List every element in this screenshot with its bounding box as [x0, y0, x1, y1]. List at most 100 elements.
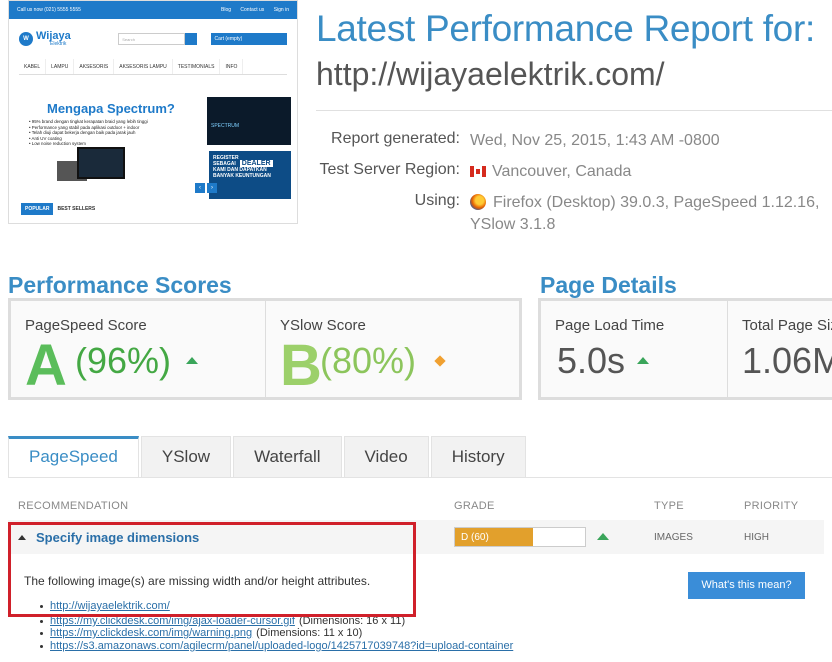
tab-history[interactable]: History: [430, 436, 526, 478]
yslow-grade: B: [280, 333, 322, 398]
thumb-nav-item: TESTIMONIALS: [173, 59, 221, 74]
thumb-next-icon: ›: [207, 183, 217, 193]
thumb-nav: KABEL LAMPU AKSESORIS AKSESORIS LAMPU TE…: [19, 59, 287, 75]
thumb-tab: BEST SELLERS: [57, 206, 96, 212]
thumb-logo-row: W Wijaya Elektrik Search Cart (empty): [9, 19, 297, 59]
pagespeed-percent: (96%): [75, 340, 172, 381]
arrow-up-icon: [637, 357, 649, 364]
image-url-link[interactable]: https://my.clickdesk.com/img/ajax-loader…: [50, 615, 295, 627]
thumb-slider-arrows: ‹ ›: [195, 183, 217, 193]
image-url-link[interactable]: https://my.clickdesk.com/img/warning.png: [50, 627, 252, 639]
page-details-panel: Page Load Time 5.0s Total Page Size 1.06…: [538, 298, 832, 400]
image-dimensions: (Dimensions: 16 x 11): [298, 615, 406, 627]
page-details-title: Page Details: [540, 272, 677, 298]
performance-scores-panel: PageSpeed Score A (96%) YSlow Score B (8…: [8, 298, 522, 400]
test-region-row: Test Server Region: Vancouver, Canada: [316, 161, 832, 183]
yslow-percent: (80%): [320, 340, 417, 381]
thumb-nav-item: LAMPU: [46, 59, 75, 74]
bullet-icon: [40, 604, 43, 608]
test-region-value-wrap: Vancouver, Canada: [470, 161, 631, 183]
whats-this-mean-button[interactable]: What's this mean?: [688, 572, 805, 599]
thumb-nav-item: AKSESORIS: [74, 59, 115, 74]
thumb-dealer-sub: KAMI DAN DAPATKAN BANYAK KEUNTUNGAN: [213, 167, 271, 179]
thumb-banner-list: • 95% brand dengan tingkat kerapatan bra…: [29, 119, 148, 147]
thumb-nav-item: AKSESORIS LAMPU: [114, 59, 173, 74]
diamond-icon: [434, 355, 446, 367]
thumb-logo-badge: W: [19, 32, 33, 46]
test-region-label: Test Server Region:: [319, 161, 460, 178]
thumb-dealer-banner: REGISTER SEBAGAI DEALER KAMI DAN DAPATKAN…: [209, 151, 291, 199]
thumb-product-banner: SPECTRUM: [207, 97, 291, 145]
header-divider: [316, 110, 832, 111]
firefox-icon: [470, 194, 486, 210]
tab-waterfall[interactable]: Waterfall: [233, 436, 342, 478]
using-value-wrap: Firefox (Desktop) 39.0.3, PageSpeed 1.12…: [470, 192, 819, 236]
image-list-item: https://s3.amazonaws.com/agilecrm/panel/…: [40, 640, 513, 652]
page-load-cell: Page Load Time 5.0s: [541, 301, 727, 397]
page-load-label: Page Load Time: [555, 317, 665, 334]
page-load-value: 5.0s: [557, 340, 626, 381]
report-url: http://wijayaelektrik.com/: [316, 56, 665, 92]
thumb-logo-text: Wijaya Elektrik: [36, 31, 71, 47]
report-generated-value: Wed, Nov 25, 2015, 1:43 AM -0800: [470, 132, 720, 149]
thumb-nav-item: KABEL: [19, 59, 47, 74]
thumb-logo: W Wijaya Elektrik: [19, 31, 102, 47]
tab-pagespeed[interactable]: PageSpeed: [8, 436, 139, 478]
using-value-line1: Firefox (Desktop) 39.0.3, PageSpeed 1.12…: [493, 194, 820, 211]
thumb-topbar-link: Sign in: [273, 7, 289, 13]
thumb-search-icon: [185, 33, 197, 45]
thumb-tab: POPULAR: [21, 203, 54, 215]
recommendation-description: The following image(s) are missing width…: [24, 574, 371, 588]
recommendation-title[interactable]: Specify image dimensions: [18, 530, 199, 545]
thumb-tv-image: [77, 147, 125, 179]
thumb-banner-point: • Low noise reduction system: [29, 141, 86, 146]
report-tabs: PageSpeed YSlow Waterfall Video History: [8, 436, 528, 478]
image-dimensions: (Dimensions: 11 x 10): [256, 627, 363, 639]
thumb-search-input: Search: [118, 33, 186, 45]
pagespeed-score-cell: PageSpeed Score A (96%): [11, 301, 265, 397]
column-header-priority: PRIORITY: [744, 500, 799, 512]
thumb-topbar-link: Contact us: [240, 7, 265, 13]
using-value-line2: YSlow 3.1.8: [470, 216, 556, 233]
column-header-recommendation: RECOMMENDATION: [18, 500, 129, 512]
performance-scores-title: Performance Scores: [8, 272, 232, 298]
report-title: Latest Performance Report for:: [316, 8, 815, 49]
grade-bar: D (60): [454, 527, 586, 547]
yslow-score-cell: YSlow Score B (80%): [266, 301, 519, 398]
site-screenshot-thumbnail: Call us now (021) 5555 5555 Blog Contact…: [8, 0, 298, 224]
grade-bar-text: D (60): [461, 532, 489, 543]
using-label: Using:: [414, 192, 460, 209]
test-region-value: Vancouver, Canada: [492, 163, 632, 180]
thumb-topbar: Call us now (021) 5555 5555 Blog Contact…: [9, 1, 297, 19]
thumb-topbar-link: Blog: [221, 7, 232, 13]
thumb-topbar-contact: Call us now (021) 5555 5555: [17, 7, 81, 13]
pagespeed-score-label: PageSpeed Score: [25, 317, 147, 334]
report-generated-row: Report generated: Wed, Nov 25, 2015, 1:4…: [316, 130, 832, 152]
tab-yslow[interactable]: YSlow: [140, 436, 232, 478]
thumb-banner-heading: Mengapa Spectrum?: [47, 101, 175, 116]
tab-video[interactable]: Video: [343, 436, 429, 478]
thumb-cart: Cart (empty): [210, 33, 287, 45]
bullet-icon: [40, 631, 43, 635]
recommendation-type: IMAGES: [654, 532, 693, 543]
thumb-tabs: POPULAR BEST SELLERS: [21, 203, 99, 215]
thumb-dealer-badge: DEALER: [239, 160, 273, 167]
image-url-link[interactable]: http://wijayaelektrik.com/: [50, 600, 170, 612]
recommendation-title-text: Specify image dimensions: [36, 530, 200, 545]
pagespeed-grade: A: [25, 333, 67, 398]
tabs-divider: [8, 477, 832, 478]
report-generated-label: Report generated:: [331, 130, 460, 147]
page-size-value: 1.06MB: [742, 340, 832, 381]
yslow-score-label: YSlow Score: [280, 317, 366, 334]
page-size-label: Total Page Size: [742, 317, 832, 334]
image-list-item: https://my.clickdesk.com/img/warning.png…: [40, 627, 362, 639]
thumb-nav-item: INFO: [220, 59, 244, 74]
thumb-logo-sub: Elektrik: [50, 41, 67, 47]
arrow-up-icon: [597, 533, 609, 540]
canada-flag-icon: [470, 166, 486, 177]
image-list-item: http://wijayaelektrik.com/: [40, 600, 170, 612]
image-url-link[interactable]: https://s3.amazonaws.com/agilecrm/panel/…: [50, 640, 513, 652]
column-header-type: TYPE: [654, 500, 684, 512]
arrow-up-icon: [186, 357, 198, 364]
bullet-icon: [40, 619, 43, 623]
